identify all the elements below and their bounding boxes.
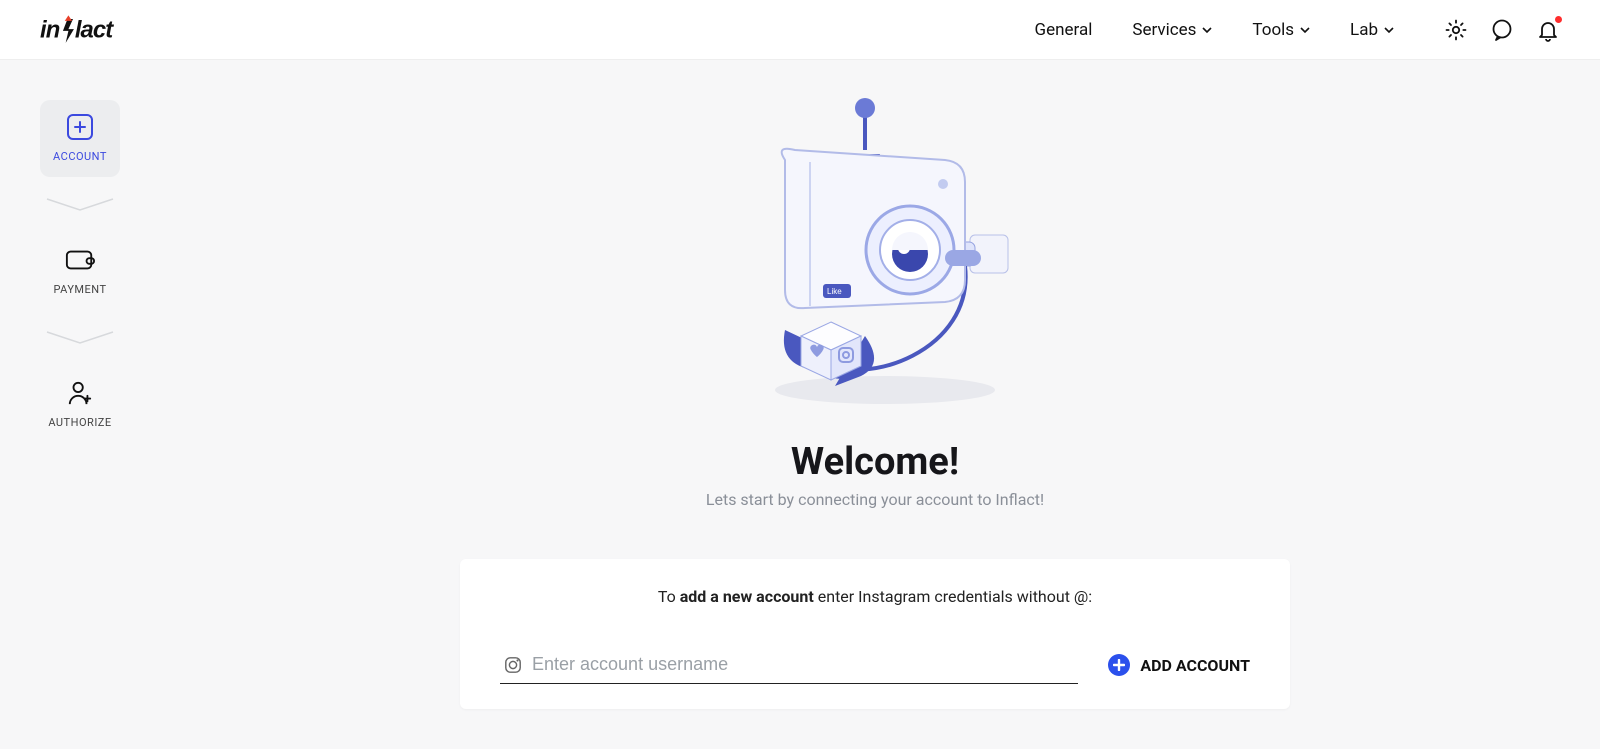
add-account-card: To add a new account enter Instagram cre… xyxy=(460,559,1290,709)
add-account-label: ADD ACCOUNT xyxy=(1140,656,1250,675)
sidebar-step-payment[interactable]: PAYMENT xyxy=(40,233,120,310)
notifications-button[interactable] xyxy=(1536,18,1560,42)
sidebar: ACCOUNT PAYMENT AUTHORIZE xyxy=(30,100,130,443)
nav-tools-label: Tools xyxy=(1252,20,1294,40)
nav-general[interactable]: General xyxy=(1035,20,1093,40)
username-input-wrap xyxy=(500,646,1078,684)
card-instruction-prefix: To xyxy=(658,587,680,606)
notification-dot-icon xyxy=(1555,16,1562,23)
step-separator-icon xyxy=(45,330,115,346)
user-plus-icon xyxy=(65,380,95,406)
header: in lact General Services Tools Lab xyxy=(0,0,1600,60)
plus-square-icon xyxy=(67,114,93,140)
chat-icon xyxy=(1490,18,1514,42)
nav-general-label: General xyxy=(1035,20,1093,40)
logo[interactable]: in lact xyxy=(40,15,150,45)
svg-text:in: in xyxy=(40,16,60,43)
nav-lab[interactable]: Lab xyxy=(1350,20,1394,40)
welcome-heading: Welcome! xyxy=(791,440,959,484)
nav-services[interactable]: Services xyxy=(1132,20,1212,40)
svg-text:lact: lact xyxy=(75,16,114,43)
sidebar-authorize-label: AUTHORIZE xyxy=(48,416,111,429)
chevron-down-icon xyxy=(1300,25,1310,35)
sidebar-step-account[interactable]: ACCOUNT xyxy=(40,100,120,177)
card-instruction-suffix: enter Instagram credentials without @: xyxy=(814,587,1092,606)
nav-tools[interactable]: Tools xyxy=(1252,20,1310,40)
robot-illustration: Like xyxy=(715,90,1035,420)
chevron-down-icon xyxy=(1384,25,1394,35)
welcome-subtitle: Lets start by connecting your account to… xyxy=(706,490,1044,509)
sidebar-step-authorize[interactable]: AUTHORIZE xyxy=(40,366,120,443)
add-account-button[interactable]: ADD ACCOUNT xyxy=(1108,654,1250,684)
main-content: Like Welcome! Lets xyxy=(150,60,1600,749)
nav-lab-label: Lab xyxy=(1350,20,1378,40)
card-instruction-bold: add a new account xyxy=(680,587,814,606)
settings-button[interactable] xyxy=(1444,18,1468,42)
svg-text:Like: Like xyxy=(827,287,842,296)
input-row: ADD ACCOUNT xyxy=(500,646,1250,684)
sidebar-payment-label: PAYMENT xyxy=(53,283,106,296)
plus-circle-icon xyxy=(1108,654,1130,676)
instagram-icon xyxy=(504,656,522,674)
gear-icon xyxy=(1444,18,1468,42)
nav-services-label: Services xyxy=(1132,20,1196,40)
chevron-down-icon xyxy=(1202,25,1212,35)
chat-button[interactable] xyxy=(1490,18,1514,42)
username-input[interactable] xyxy=(532,654,1074,675)
header-icons xyxy=(1444,18,1560,42)
wallet-icon xyxy=(65,247,95,273)
sidebar-account-label: ACCOUNT xyxy=(53,150,107,163)
card-instruction: To add a new account enter Instagram cre… xyxy=(500,587,1250,606)
main-nav: General Services Tools Lab xyxy=(1035,20,1394,40)
step-separator-icon xyxy=(45,197,115,213)
